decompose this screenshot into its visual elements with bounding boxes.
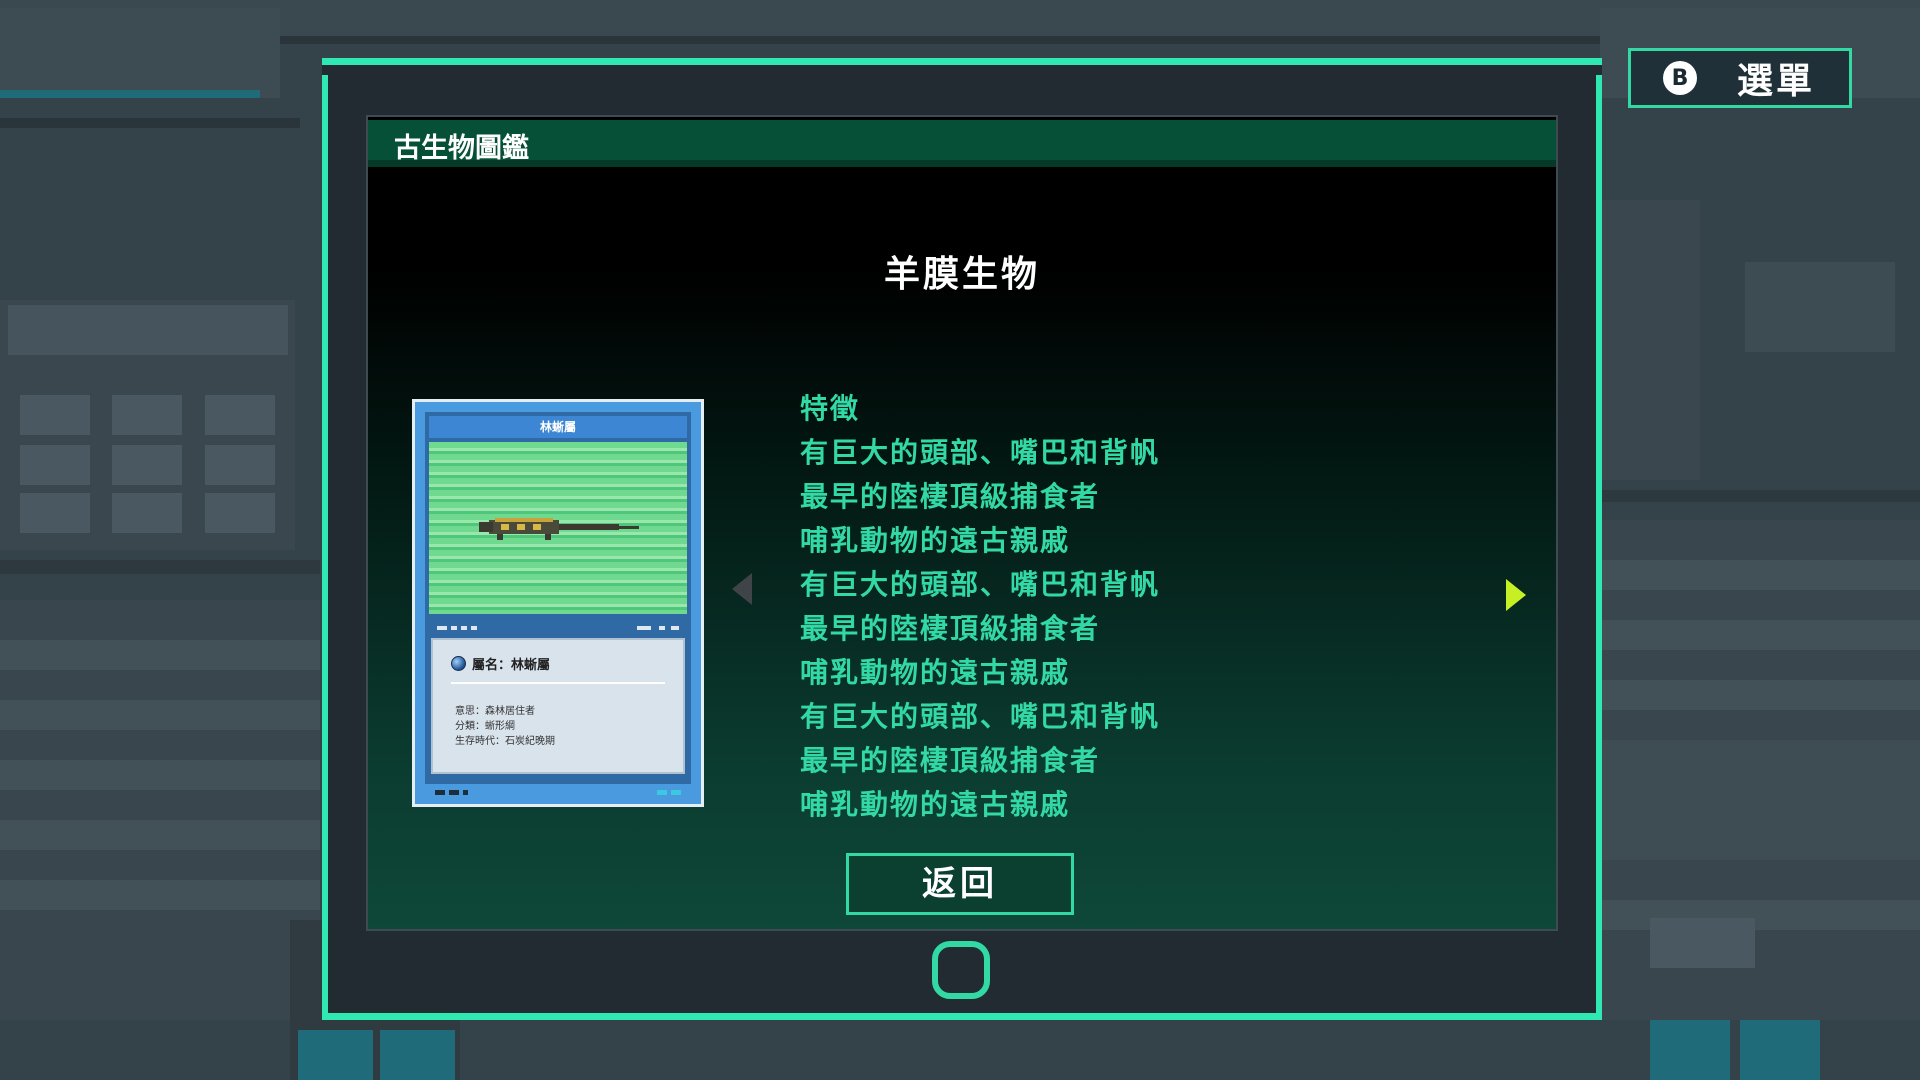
trait-line: 哺乳動物的遠古親戚 [800,524,1071,557]
trait-line: 哺乳動物的遠古親戚 [800,788,1071,821]
card-info-panel: 屬名：林蜥屬 意思：森林居住者 分類：蜥形綱 生存時代：石炭紀晚期 [431,638,685,774]
dialog-title: 古生物圖鑑 [394,133,529,164]
fossil-card: 林蜥屬 屬名：林蜥屬 意思：森林居住者 分類：蜥形綱 生存時代：石炭紀晚期 [412,399,704,807]
trait-line: 有巨大的頭部、嘴巴和背帆 [800,700,1161,733]
entry-title: 羊膜生物 [883,254,1040,295]
trait-heading: 特徵 [800,392,861,425]
caret-left-icon[interactable] [732,573,752,605]
loading-ring-icon [932,941,990,999]
card-name: 林蜥屬 [429,416,687,438]
orb-icon [451,656,466,671]
b-button-icon: B [1663,61,1697,95]
card-classification: 分類：蜥形綱 [455,721,515,732]
card-illustration [429,442,687,614]
trait-line: 最早的陸棲頂級捕食者 [800,744,1101,777]
encyclopedia-screen: 古生物圖鑑 羊膜生物 林蜥屬 屬名：林蜥屬 意思：森林居住者 分類：蜥形綱 生存… [366,115,1558,931]
encyclopedia-dialog: 古生物圖鑑 羊膜生物 林蜥屬 屬名：林蜥屬 意思：森林居住者 分類：蜥形綱 生存… [322,58,1602,1020]
menu-button-label: 選單 [1737,61,1816,102]
card-divider-dots [429,622,687,634]
trait-line: 哺乳動物的遠古親戚 [800,656,1071,689]
trait-line: 有巨大的頭部、嘴巴和背帆 [800,568,1161,601]
trait-list: 特徵 有巨大的頭部、嘴巴和背帆 最早的陸棲頂級捕食者 哺乳動物的遠古親戚 有巨大… [800,387,1160,827]
card-divider [451,682,665,684]
card-body: 林蜥屬 屬名：林蜥屬 意思：森林居住者 分類：蜥形綱 生存時代：石炭紀晚期 [425,412,691,795]
menu-button[interactable]: B 選單 [1628,48,1852,108]
title-bar: 古生物圖鑑 [368,117,1556,167]
card-genus-row: 屬名：林蜥屬 [451,654,550,673]
card-genus: 屬名：林蜥屬 [472,658,551,673]
card-era: 生存時代：石炭紀晚期 [455,736,555,747]
creature-sprite [479,518,639,540]
card-footer-dots [429,790,687,798]
trait-line: 最早的陸棲頂級捕食者 [800,480,1101,513]
back-button[interactable]: 返回 [846,853,1074,915]
trait-line: 最早的陸棲頂級捕食者 [800,612,1101,645]
card-meaning: 意思：森林居住者 [455,706,535,717]
caret-right-icon[interactable] [1506,579,1526,611]
trait-line: 有巨大的頭部、嘴巴和背帆 [800,436,1161,469]
